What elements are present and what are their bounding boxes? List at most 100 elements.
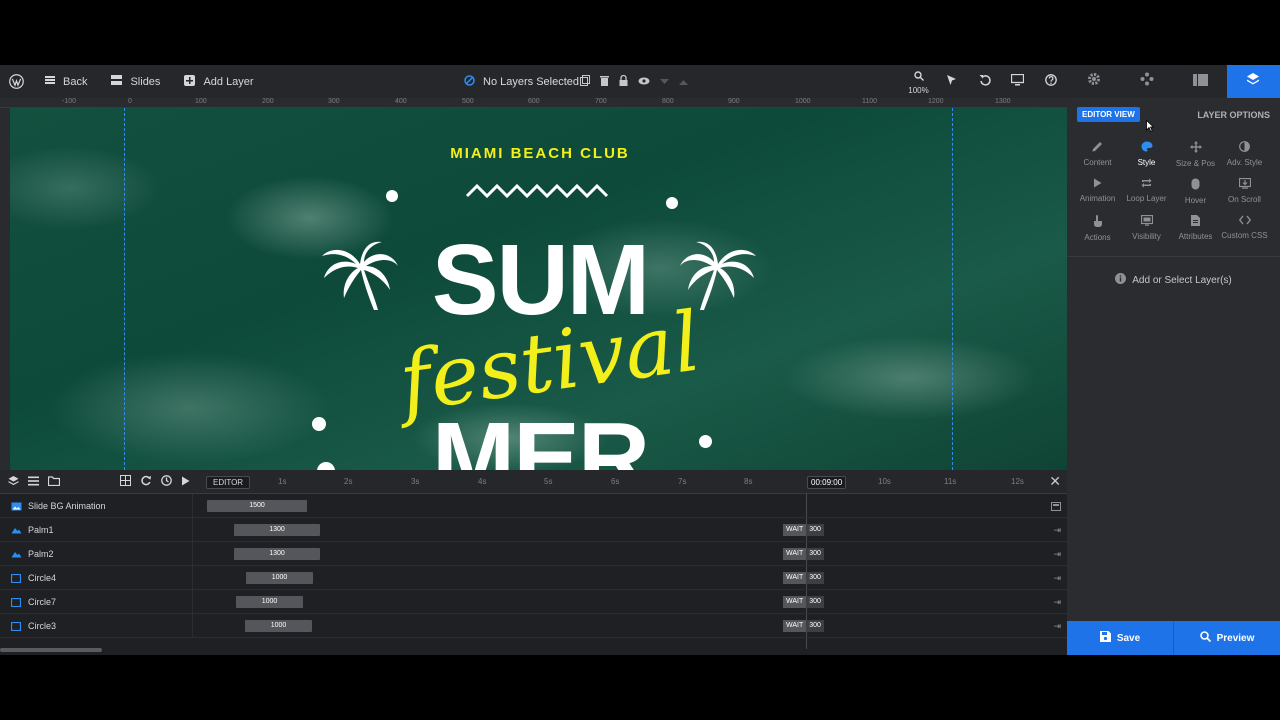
duration-bar[interactable]: 1000 <box>245 620 312 632</box>
option-animation[interactable]: Animation <box>1073 178 1122 209</box>
zoom-control[interactable]: 100% <box>902 65 935 98</box>
option-style[interactable]: Style <box>1122 141 1171 172</box>
tab-settings[interactable] <box>1067 65 1120 98</box>
slides-label: Slides <box>130 75 161 88</box>
option-hover[interactable]: Hover <box>1171 178 1220 209</box>
row-label: Circle7 <box>28 597 57 607</box>
table-row[interactable]: Palm1 ⇥ 1300 WAIT 300 <box>0 518 1067 542</box>
grid-icon[interactable] <box>120 473 131 491</box>
tab-layers[interactable] <box>1226 65 1280 98</box>
option-adv-style[interactable]: Adv. Style <box>1220 141 1269 172</box>
lock-icon[interactable] <box>619 74 628 89</box>
undo-icon <box>979 74 991 89</box>
wait-marker[interactable]: WAIT 300 <box>783 572 824 584</box>
code-icon <box>1238 215 1251 227</box>
wait-marker[interactable]: WAIT 300 <box>783 524 824 536</box>
table-row[interactable]: Circle3 ⇥ 1000 WAIT 300 <box>0 614 1067 638</box>
table-row[interactable]: Circle4 ⇥ 1000 WAIT 300 <box>0 566 1067 590</box>
wordpress-logo-icon[interactable] <box>0 65 33 98</box>
close-icon[interactable]: ✕ <box>1049 474 1061 488</box>
list-view-icon[interactable] <box>28 473 39 491</box>
playhead-time[interactable]: 00:09:00 <box>807 476 847 489</box>
timer-icon[interactable] <box>161 473 172 491</box>
timeline-tick: 10s <box>878 477 891 486</box>
add-layer-button[interactable]: Add Layer <box>172 65 265 98</box>
duplicate-icon[interactable] <box>580 74 590 89</box>
timeline-editor-label[interactable]: EDITOR <box>206 476 251 489</box>
row-name[interactable]: Palm2 <box>0 542 193 566</box>
horizontal-scrollbar[interactable] <box>0 648 102 652</box>
timeline-tick: 11s <box>944 477 957 486</box>
option-label: On Scroll <box>1228 195 1261 204</box>
wait-marker[interactable]: WAIT 300 <box>783 596 824 608</box>
editor-view-badge[interactable]: EDITOR VIEW <box>1077 107 1140 122</box>
zoom-level: 100% <box>908 86 929 95</box>
preview-button[interactable]: Preview <box>1173 621 1280 655</box>
option-custom-css[interactable]: Custom CSS <box>1220 215 1269 246</box>
duration-bar[interactable]: 1500 <box>207 500 307 512</box>
back-button[interactable]: Back <box>33 65 99 98</box>
play-icon[interactable] <box>181 473 190 491</box>
option-actions[interactable]: Actions <box>1073 215 1122 246</box>
canvas-guide-right <box>952 108 953 470</box>
cursor-tool-button[interactable] <box>935 65 968 98</box>
option-loop-layer[interactable]: Loop Layer <box>1122 178 1171 209</box>
timeline-header: EDITOR 1s 2s 3s 4s 5s 6s 7s 8s 10s 11s 1… <box>0 470 1067 494</box>
option-visibility[interactable]: Visibility <box>1122 214 1171 246</box>
tab-slide[interactable] <box>1174 65 1227 98</box>
row-name[interactable]: Circle7 <box>0 590 193 614</box>
zigzag-layer[interactable] <box>465 183 613 199</box>
palm-tree-icon[interactable] <box>320 240 400 312</box>
tab-navigation[interactable] <box>1120 65 1173 98</box>
duration-bar[interactable]: 1300 <box>234 524 320 536</box>
circle-layer[interactable] <box>666 197 678 209</box>
option-on-scroll[interactable]: On Scroll <box>1220 177 1269 209</box>
circle-layer[interactable] <box>312 417 326 431</box>
timeline-rows: Slide BG Animation 1500 Palm1 ⇥ 1300 WAI… <box>0 494 1067 638</box>
row-name[interactable]: Circle3 <box>0 614 193 638</box>
arrow-end-icon[interactable]: ⇥ <box>1053 566 1061 590</box>
layers-view-icon[interactable] <box>8 473 19 491</box>
arrow-end-icon[interactable]: ⇥ <box>1053 614 1061 638</box>
wait-label: WAIT <box>783 620 807 632</box>
desktop-icon <box>1010 73 1025 89</box>
timeline-tick: 5s <box>544 477 553 486</box>
save-button[interactable]: Save <box>1067 621 1173 655</box>
miami-beach-club-layer[interactable]: MIAMI BEACH CLUB <box>440 145 640 162</box>
loop-icon[interactable] <box>140 473 152 491</box>
option-size-pos[interactable]: Size & Pos <box>1171 141 1220 172</box>
slider-editor: Back Slides Add Layer No Layers Selected… <box>0 65 1280 655</box>
slide-canvas[interactable]: MIAMI BEACH CLUB SUM MER festival <box>10 108 1067 470</box>
slides-button[interactable]: Slides <box>99 65 172 98</box>
shape-layer-icon <box>10 573 22 583</box>
circle-layer[interactable] <box>317 462 335 470</box>
circle-layer[interactable] <box>699 435 712 448</box>
arrow-end-icon[interactable]: ⇥ <box>1053 590 1061 614</box>
chevron-up-icon[interactable] <box>679 76 688 88</box>
folder-icon[interactable] <box>47 473 61 491</box>
eye-icon[interactable] <box>638 76 650 88</box>
duration-bar[interactable]: 1000 <box>236 596 303 608</box>
table-row[interactable]: Palm2 ⇥ 1300 WAIT 300 <box>0 542 1067 566</box>
wait-marker[interactable]: WAIT 300 <box>783 620 824 632</box>
undo-button[interactable] <box>968 65 1001 98</box>
table-row[interactable]: Slide BG Animation 1500 <box>0 494 1067 518</box>
wait-marker[interactable]: WAIT 300 <box>783 548 824 560</box>
help-button[interactable] <box>1034 65 1067 98</box>
trash-icon[interactable] <box>600 75 609 89</box>
chevron-down-icon[interactable] <box>660 76 669 88</box>
table-row[interactable]: Circle7 ⇥ 1000 WAIT 300 <box>0 590 1067 614</box>
option-label: Style <box>1137 158 1156 167</box>
device-view-button[interactable] <box>1001 65 1034 98</box>
row-name[interactable]: Palm1 <box>0 518 193 542</box>
bg-settings-icon[interactable] <box>1051 494 1061 518</box>
row-name[interactable]: Slide BG Animation <box>0 494 193 518</box>
duration-bar[interactable]: 1000 <box>246 572 313 584</box>
option-content[interactable]: Content <box>1073 141 1122 172</box>
duration-bar[interactable]: 1300 <box>234 548 320 560</box>
arrow-end-icon[interactable]: ⇥ <box>1053 518 1061 542</box>
arrow-end-icon[interactable]: ⇥ <box>1053 542 1061 566</box>
row-name[interactable]: Circle4 <box>0 566 193 590</box>
circle-layer[interactable] <box>386 190 398 202</box>
option-attributes[interactable]: Attributes <box>1171 215 1220 246</box>
